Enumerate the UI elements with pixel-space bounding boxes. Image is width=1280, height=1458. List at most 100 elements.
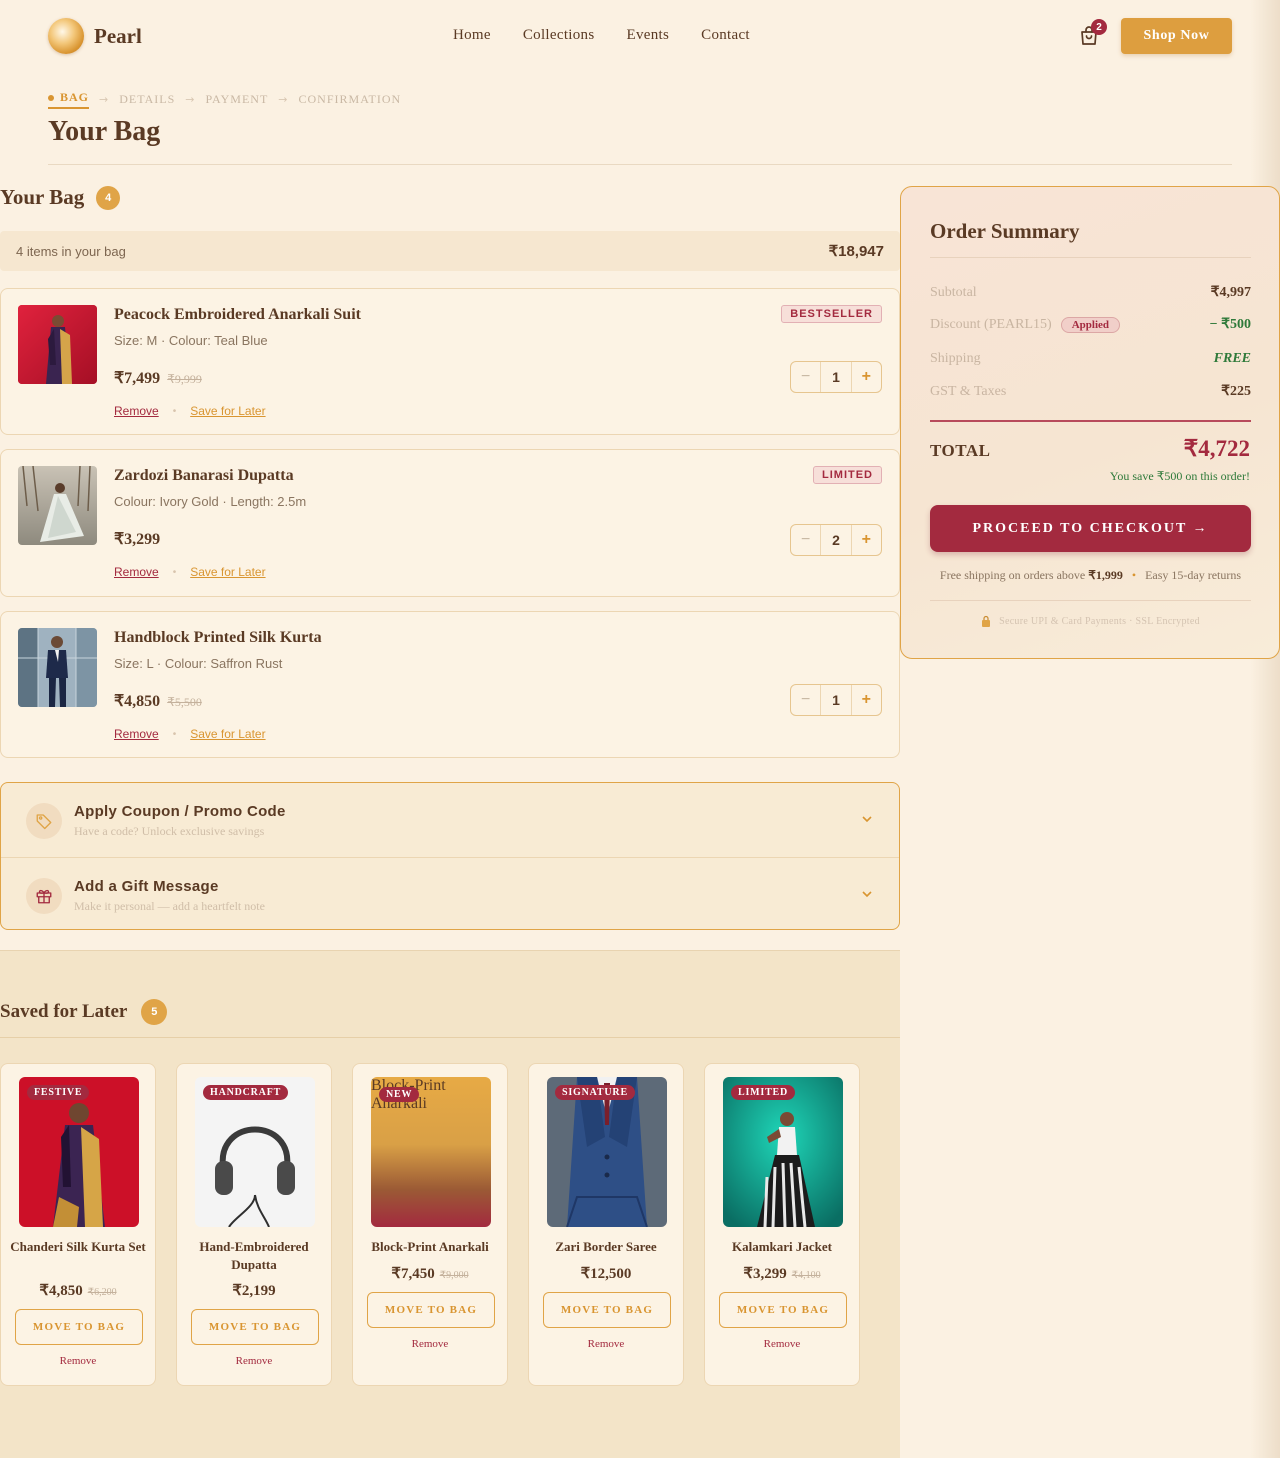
move-to-bag-button[interactable]: MOVE TO BAG bbox=[15, 1309, 143, 1345]
nav-home[interactable]: Home bbox=[453, 27, 491, 44]
pearl-logo-icon[interactable] bbox=[48, 18, 84, 54]
move-to-bag-button[interactable]: MOVE TO BAG bbox=[367, 1292, 495, 1328]
qty-increase-button[interactable]: + bbox=[850, 685, 881, 715]
product-image[interactable]: NEW Block-Print Anarkali bbox=[371, 1077, 491, 1227]
separator-dot: • bbox=[1131, 568, 1137, 582]
qty-value: 1 bbox=[832, 369, 840, 385]
item-actions: Remove • Save for Later bbox=[114, 727, 266, 741]
gift-message-row[interactable]: Add a Gift Message Make it personal — ad… bbox=[1, 857, 899, 929]
saved-price-row: ₹7,450 ₹9,000 bbox=[353, 1264, 507, 1283]
product-meta: Size: M · Colour: Teal Blue bbox=[114, 333, 268, 348]
product-price: ₹3,299 bbox=[114, 531, 161, 548]
total-label: TOTAL bbox=[930, 441, 991, 460]
save-for-later-link[interactable]: Save for Later bbox=[190, 565, 265, 579]
saved-product-name[interactable]: Kalamkari Jacket bbox=[713, 1238, 851, 1256]
discount-row: Discount (PEARL15) Applied − ₹500 bbox=[930, 316, 1251, 333]
product-old-price: ₹5,500 bbox=[167, 695, 202, 709]
move-to-bag-button[interactable]: MOVE TO BAG bbox=[191, 1309, 319, 1345]
saved-heading: Saved for Later 5 bbox=[0, 999, 168, 1025]
product-price-row: ₹7,499 ₹9,999 bbox=[114, 368, 202, 388]
saved-old-price: ₹4,100 bbox=[791, 1270, 821, 1281]
bag-heading-text: Your Bag bbox=[0, 185, 85, 209]
quantity-stepper: − 1 + bbox=[790, 361, 882, 393]
coupon-title: Apply Coupon / Promo Code bbox=[74, 803, 286, 820]
nav-contact[interactable]: Contact bbox=[701, 27, 750, 44]
divider bbox=[48, 164, 1232, 165]
item-actions: Remove • Save for Later bbox=[114, 404, 266, 418]
proceed-to-checkout-button[interactable]: PROCEED TO CHECKOUT → bbox=[930, 505, 1251, 552]
step-arrow: → bbox=[185, 93, 196, 106]
saved-price: ₹2,199 bbox=[232, 1283, 276, 1299]
order-summary-panel: Order Summary Subtotal ₹4,997 Discount (… bbox=[900, 186, 1280, 659]
move-to-bag-button[interactable]: MOVE TO BAG bbox=[719, 1292, 847, 1328]
coupon-row[interactable]: Apply Coupon / Promo Code Have a code? U… bbox=[1, 783, 899, 856]
product-tag-badge: HANDCRAFT bbox=[203, 1085, 289, 1100]
saved-price: ₹12,500 bbox=[580, 1266, 632, 1282]
bag-items-bar: 4 items in your bag ₹18,947 bbox=[0, 231, 900, 271]
qty-decrease-button[interactable]: − bbox=[791, 525, 822, 555]
step-details: DETAILS bbox=[119, 92, 176, 106]
shop-now-button[interactable]: Shop Now bbox=[1121, 18, 1232, 54]
saved-price: ₹4,850 bbox=[39, 1283, 83, 1299]
lock-icon bbox=[982, 615, 991, 627]
saved-product-name[interactable]: Chanderi Silk Kurta Set bbox=[9, 1238, 147, 1256]
shipping-note-text: Free shipping on orders above bbox=[939, 568, 1086, 582]
product-name[interactable]: Peacock Embroidered Anarkali Suit bbox=[114, 306, 361, 324]
secure-text: Secure UPI & Card Payments · SSL Encrypt… bbox=[999, 615, 1200, 627]
product-image[interactable]: LIMITED bbox=[723, 1077, 843, 1227]
remove-link[interactable]: Remove bbox=[114, 727, 159, 741]
returns-note: Easy 15-day returns bbox=[1145, 568, 1242, 582]
saved-remove-link[interactable]: Remove bbox=[705, 1338, 859, 1350]
qty-decrease-button[interactable]: − bbox=[791, 685, 822, 715]
discount-label: Discount (PEARL15) bbox=[930, 316, 1052, 332]
qty-increase-button[interactable]: + bbox=[850, 525, 881, 555]
bag-item-card: Peacock Embroidered Anarkali Suit Size: … bbox=[0, 288, 900, 435]
saved-item-card: FESTIVE Chanderi Silk Kurta Set ₹4,850 ₹6… bbox=[0, 1063, 156, 1386]
product-image[interactable] bbox=[18, 466, 97, 545]
gst-row: GST & Taxes ₹225 bbox=[930, 383, 1251, 400]
remove-link[interactable]: Remove bbox=[114, 404, 159, 418]
saved-remove-link[interactable]: Remove bbox=[177, 1355, 331, 1367]
coupon-subtitle: Have a code? Unlock exclusive savings bbox=[74, 824, 265, 838]
saved-product-name[interactable]: Block-Print Anarkali bbox=[361, 1238, 499, 1256]
product-price: ₹4,850 bbox=[114, 693, 161, 710]
chevron-down-icon[interactable] bbox=[861, 813, 873, 825]
bag-count-badge: 4 bbox=[96, 185, 121, 210]
gift-title: Add a Gift Message bbox=[74, 878, 219, 895]
product-image[interactable]: FESTIVE bbox=[19, 1077, 139, 1227]
order-summary-title: Order Summary bbox=[930, 219, 1080, 243]
save-for-later-link[interactable]: Save for Later bbox=[190, 727, 265, 741]
extras-panel: Apply Coupon / Promo Code Have a code? U… bbox=[0, 782, 900, 930]
qty-increase-button[interactable]: + bbox=[850, 362, 881, 392]
gst-label: GST & Taxes bbox=[930, 383, 1007, 399]
product-image[interactable] bbox=[18, 305, 97, 384]
save-for-later-link[interactable]: Save for Later bbox=[190, 404, 265, 418]
chevron-down-icon[interactable] bbox=[861, 888, 873, 900]
remove-link[interactable]: Remove bbox=[114, 565, 159, 579]
saved-heading-text: Saved for Later bbox=[0, 1001, 128, 1022]
bag-items-count: 4 items in your bag bbox=[16, 243, 126, 259]
saved-remove-link[interactable]: Remove bbox=[529, 1338, 683, 1350]
move-to-bag-button[interactable]: MOVE TO BAG bbox=[543, 1292, 671, 1328]
product-image[interactable]: HANDCRAFT bbox=[195, 1077, 315, 1227]
brand-name[interactable]: Pearl bbox=[94, 24, 142, 49]
product-image[interactable]: SIGNATURE bbox=[547, 1077, 667, 1227]
saved-remove-link[interactable]: Remove bbox=[353, 1338, 507, 1350]
discount-label-wrap: Discount (PEARL15) Applied bbox=[930, 316, 1121, 333]
gift-subtitle: Make it personal — add a heartfelt note bbox=[74, 899, 265, 913]
nav-collections[interactable]: Collections bbox=[523, 27, 595, 44]
saved-remove-link[interactable]: Remove bbox=[1, 1355, 155, 1367]
subtotal-label: Subtotal bbox=[930, 284, 977, 300]
saved-price-row: ₹12,500 bbox=[529, 1264, 683, 1283]
qty-decrease-button[interactable]: − bbox=[791, 362, 822, 392]
bag-items-total: ₹18,947 bbox=[828, 243, 884, 260]
saved-product-name[interactable]: Zari Border Saree bbox=[537, 1238, 675, 1256]
saved-product-name[interactable]: Hand-Embroidered Dupatta bbox=[185, 1238, 323, 1274]
nav-events[interactable]: Events bbox=[627, 27, 670, 44]
step-bag[interactable]: BAG bbox=[48, 90, 90, 109]
product-image[interactable] bbox=[18, 628, 97, 707]
product-name[interactable]: Handblock Printed Silk Kurta bbox=[114, 629, 322, 647]
product-name[interactable]: Zardozi Banarasi Dupatta bbox=[114, 467, 294, 485]
gst-value: ₹225 bbox=[1221, 384, 1251, 399]
saved-price-row: ₹2,199 bbox=[177, 1281, 331, 1300]
